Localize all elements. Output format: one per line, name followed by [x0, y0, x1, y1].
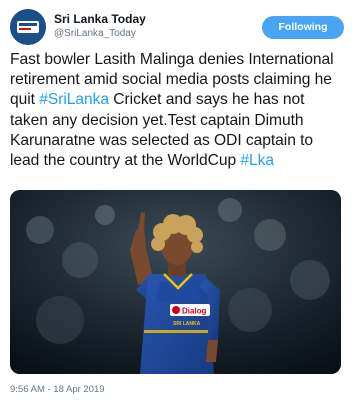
following-button[interactable]: Following [262, 16, 344, 39]
tweet-card: Sri Lanka Today @SriLanka_Today Followin… [0, 0, 352, 400]
avatar-logo-icon [10, 9, 46, 45]
tweet-timestamp[interactable]: 9:56 AM - 18 Apr 2019 [10, 384, 105, 395]
jersey-name-text: SRI LANKA [173, 321, 201, 327]
display-name[interactable]: Sri Lanka Today [54, 12, 146, 27]
cricketer-photo: Dialog SRI LANKA [10, 190, 341, 374]
tweet-photo[interactable]: Dialog SRI LANKA [10, 190, 341, 374]
tweet-header: Sri Lanka Today @SriLanka_Today Followin… [10, 9, 344, 45]
hashtag-link[interactable]: #SriLanka [39, 91, 109, 108]
account-names: Sri Lanka Today @SriLanka_Today [54, 12, 146, 41]
avatar[interactable] [10, 9, 46, 45]
tweet-text: Fast bowler Lasith Malinga denies Intern… [10, 50, 346, 171]
hashtag-link[interactable]: #Lka [240, 152, 274, 169]
jersey-sponsor-text: Dialog [182, 307, 207, 316]
account-handle[interactable]: @SriLanka_Today [54, 27, 146, 41]
